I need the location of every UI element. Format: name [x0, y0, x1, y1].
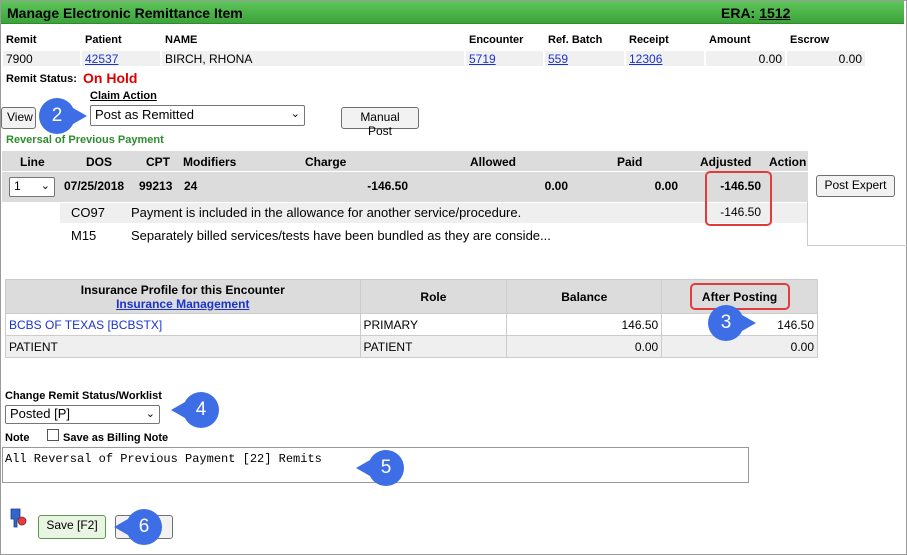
lines-header-row — [2, 151, 808, 171]
line-paid: 0.00 — [654, 179, 678, 193]
lines-col-modifiers: Modifiers — [183, 155, 237, 169]
line-select[interactable]: 1 ⌄ — [9, 177, 55, 197]
action-cell-border — [807, 202, 907, 246]
line-cpt: 99213 — [139, 179, 173, 193]
patient-cell: 42537 — [81, 50, 161, 67]
ref-batch-cell: 559 — [544, 50, 625, 67]
claim-action-select[interactable]: Post as Remitted ⌄ — [90, 105, 305, 126]
chevron-down-icon: ⌄ — [290, 108, 300, 120]
line-charge: -146.50 — [367, 179, 408, 193]
insurance-balance: 0.00 — [506, 335, 663, 358]
table-row: BCBS OF TEXAS [BCBSTX] PRIMARY 146.50 14… — [5, 313, 818, 336]
insurance-after: 0.00 — [661, 335, 818, 358]
worklist-selected: Posted [P] — [10, 406, 70, 421]
col-amount: Amount — [709, 34, 751, 46]
lines-col-action: Action — [769, 155, 807, 169]
claim-action-selected: Post as Remitted — [95, 107, 194, 122]
wizard-icon-svg — [10, 508, 27, 528]
patient-link[interactable]: 42537 — [85, 52, 118, 66]
adjustment-code-1: CO97 — [71, 205, 105, 220]
adjustment-desc-2: Separately billed services/tests have be… — [131, 228, 551, 243]
callout-3: 3 — [708, 305, 756, 341]
era-label: ERA: — [721, 5, 756, 21]
window-title: Manage Electronic Remittance Item — [7, 5, 243, 21]
view-button[interactable]: View — [1, 107, 36, 129]
callout-4: 4 — [171, 392, 219, 428]
insurance-profile-title: Insurance Profile for this Encounter — [80, 282, 285, 297]
amount-value: 0.00 — [705, 50, 786, 67]
adjustment-code-2: M15 — [71, 228, 97, 243]
insurance-name: BCBS OF TEXAS [BCBSTX] — [5, 313, 361, 336]
insurance-balance: 146.50 — [506, 313, 663, 336]
reversal-label: Reversal of Previous Payment — [6, 134, 164, 146]
billing-note-label: Save as Billing Note — [63, 432, 169, 444]
title-bar: Manage Electronic Remittance Item ERA: 15… — [1, 1, 904, 24]
receipt-link[interactable]: 12306 — [629, 52, 662, 66]
remit-status-label: Remit Status: — [6, 73, 77, 85]
insurance-role: PRIMARY — [359, 313, 508, 336]
line-dos: 07/25/2018 — [64, 179, 125, 193]
chevron-down-icon: ⌄ — [40, 180, 50, 192]
col-receipt: Receipt — [629, 34, 669, 46]
worklist-select[interactable]: Posted [P] ⌄ — [5, 405, 160, 424]
remit-status-value: On Hold — [83, 70, 138, 86]
encounter-cell: 5719 — [465, 50, 544, 67]
callout-2: 2 — [39, 98, 87, 134]
lines-col-line: Line — [20, 155, 45, 169]
after-posting-highlight — [690, 283, 790, 310]
worklist-label: Change Remit Status/Worklist — [5, 390, 162, 402]
col-escrow: Escrow — [790, 34, 830, 46]
era-indicator: ERA: 1512 — [721, 5, 790, 21]
role-header: Role — [359, 279, 508, 314]
callout-5: 5 — [356, 450, 404, 486]
lines-col-paid: Paid — [617, 155, 643, 169]
insurance-management-link[interactable]: Insurance Management — [116, 297, 249, 311]
era-link[interactable]: 1512 — [759, 5, 790, 21]
claim-action-label: Claim Action — [90, 90, 157, 102]
lines-col-adjusted: Adjusted — [700, 155, 752, 169]
col-remit: Remit — [6, 34, 37, 46]
col-patient: Patient — [85, 34, 122, 46]
line-allowed: 0.00 — [544, 179, 568, 193]
insurance-role: PATIENT — [359, 335, 508, 358]
col-name: NAME — [165, 34, 198, 46]
adjusted-highlight — [705, 171, 772, 226]
receipt-cell: 12306 — [625, 50, 705, 67]
billing-note-checkbox[interactable] — [47, 429, 59, 441]
name-value: BIRCH, RHONA — [161, 50, 465, 67]
table-row: PATIENT PATIENT 0.00 0.00 — [5, 335, 818, 358]
balance-header: Balance — [506, 279, 663, 314]
escrow-value: 0.00 — [786, 50, 866, 67]
adjustment-desc-1: Payment is included in the allowance for… — [131, 205, 522, 220]
line-modifier: 24 — [184, 179, 198, 193]
wizard-icon[interactable] — [8, 507, 28, 529]
remit-value: 7900 — [2, 50, 81, 67]
insurance-profile-header: Insurance Profile for this Encounter Ins… — [5, 279, 361, 314]
chevron-down-icon: ⌄ — [145, 408, 155, 420]
encounter-link[interactable]: 5719 — [469, 52, 496, 66]
lines-col-dos: DOS — [86, 155, 113, 169]
lines-col-allowed: Allowed — [470, 155, 517, 169]
post-expert-button[interactable]: Post Expert — [816, 175, 895, 197]
save-button[interactable]: Save [F2] — [38, 515, 106, 539]
lines-col-cpt: CPT — [146, 155, 170, 169]
note-label: Note — [5, 432, 30, 444]
manual-post-button[interactable]: Manual Post — [341, 107, 419, 138]
lines-col-charge: Charge — [305, 155, 347, 169]
col-encounter: Encounter — [469, 34, 524, 46]
line-selected: 1 — [14, 179, 21, 193]
insurance-name: PATIENT — [5, 335, 361, 358]
callout-6: 6 — [114, 509, 162, 545]
col-ref-batch: Ref. Batch — [548, 34, 603, 46]
ref-batch-link[interactable]: 559 — [548, 52, 568, 66]
